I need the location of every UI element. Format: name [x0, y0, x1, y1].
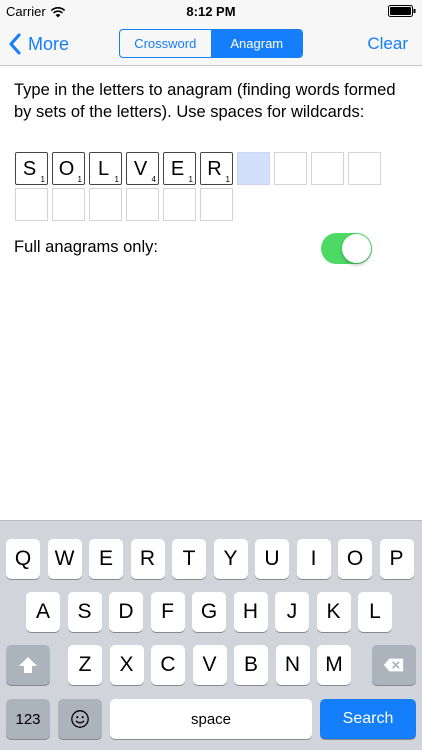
segment-anagram[interactable]: Anagram — [210, 30, 302, 57]
key-b[interactable]: B — [234, 645, 268, 685]
key-n[interactable]: N — [275, 645, 310, 685]
tile-letter: E — [170, 158, 185, 180]
status-time: 8:12 PM — [186, 4, 236, 19]
chevron-left-icon — [9, 33, 21, 55]
key-q[interactable]: Q — [6, 539, 40, 579]
empty-tile[interactable] — [52, 188, 85, 221]
key-e[interactable]: E — [89, 539, 123, 579]
clear-button[interactable]: Clear — [367, 34, 408, 54]
key-x[interactable]: X — [109, 645, 144, 685]
emoji-key[interactable] — [58, 699, 102, 739]
numbers-key[interactable]: 123 — [6, 699, 50, 739]
key-y[interactable]: Y — [213, 539, 248, 579]
battery-icon — [388, 5, 416, 17]
key-t[interactable]: T — [172, 539, 206, 579]
empty-tile[interactable] — [348, 152, 381, 185]
full-anagrams-toggle[interactable] — [321, 233, 372, 264]
empty-tile[interactable] — [274, 152, 307, 185]
tile-score: 1 — [40, 175, 45, 184]
letter-tile[interactable]: E1 — [163, 152, 196, 185]
key-m[interactable]: M — [317, 645, 351, 685]
instructions-text: Type in the letters to anagram (finding … — [14, 81, 396, 121]
active-empty-tile[interactable] — [237, 152, 270, 185]
key-u[interactable]: U — [255, 539, 289, 579]
key-h[interactable]: H — [233, 592, 268, 632]
key-f[interactable]: F — [150, 592, 185, 632]
letter-tile[interactable]: V4 — [126, 152, 159, 185]
tile-score: 1 — [225, 175, 230, 184]
key-v[interactable]: V — [192, 645, 227, 685]
key-j[interactable]: J — [275, 592, 309, 632]
tile-score: 4 — [151, 175, 156, 184]
space-key[interactable]: space — [110, 699, 312, 739]
toggle-knob — [342, 234, 371, 263]
key-w[interactable]: W — [47, 539, 82, 579]
letter-tile[interactable]: S1 — [15, 152, 48, 185]
key-l[interactable]: L — [358, 592, 392, 632]
tile-letter: O — [58, 158, 75, 180]
status-bar: Carrier 8:12 PM — [0, 0, 422, 22]
key-r[interactable]: R — [130, 539, 165, 579]
key-g[interactable]: G — [192, 592, 226, 632]
empty-tile[interactable] — [126, 188, 159, 221]
empty-tile[interactable] — [163, 188, 196, 221]
tile-score: 1 — [188, 175, 193, 184]
back-label: More — [28, 33, 70, 54]
empty-tile[interactable] — [89, 188, 122, 221]
empty-tile[interactable] — [200, 188, 233, 221]
shift-key[interactable] — [6, 645, 50, 685]
tile-letter: S — [22, 158, 37, 180]
full-anagrams-label: Full anagrams only: — [14, 238, 158, 256]
navigation-bar: More Crossword Anagram Clear — [0, 22, 422, 66]
key-o[interactable]: O — [338, 539, 372, 579]
tile-score: 1 — [77, 175, 82, 184]
letter-tile[interactable]: R1 — [200, 152, 233, 185]
keyboard: 123 space Search QWERTYUIOP ASDFGHJKL ZXCV… — [0, 520, 422, 750]
key-d[interactable]: D — [109, 592, 143, 632]
emoji-icon — [71, 710, 89, 728]
letter-tile[interactable]: L1 — [89, 152, 122, 185]
tile-letter: L — [97, 158, 110, 180]
tile-letter: V — [133, 158, 148, 180]
backspace-icon — [383, 658, 404, 672]
segment-crossword[interactable]: Crossword — [120, 30, 211, 57]
tile-score: 1 — [114, 175, 119, 184]
key-p[interactable]: P — [379, 539, 414, 579]
letter-tiles: S1O1L1V4E1R1 — [15, 152, 381, 221]
key-i[interactable]: I — [296, 539, 331, 579]
search-key[interactable]: Search — [320, 699, 416, 739]
key-s[interactable]: S — [67, 592, 102, 632]
key-k[interactable]: K — [316, 592, 351, 632]
shift-icon — [19, 657, 37, 673]
mode-segmented-control: Crossword Anagram — [119, 29, 303, 58]
key-c[interactable]: C — [151, 645, 185, 685]
empty-tile[interactable] — [311, 152, 344, 185]
delete-key[interactable] — [372, 645, 416, 685]
empty-tile[interactable] — [15, 188, 48, 221]
letter-tile[interactable]: O1 — [52, 152, 85, 185]
tile-letter: R — [207, 158, 222, 180]
key-a[interactable]: A — [26, 592, 60, 632]
key-z[interactable]: Z — [68, 645, 102, 685]
more-back-button[interactable]: More — [8, 30, 69, 58]
